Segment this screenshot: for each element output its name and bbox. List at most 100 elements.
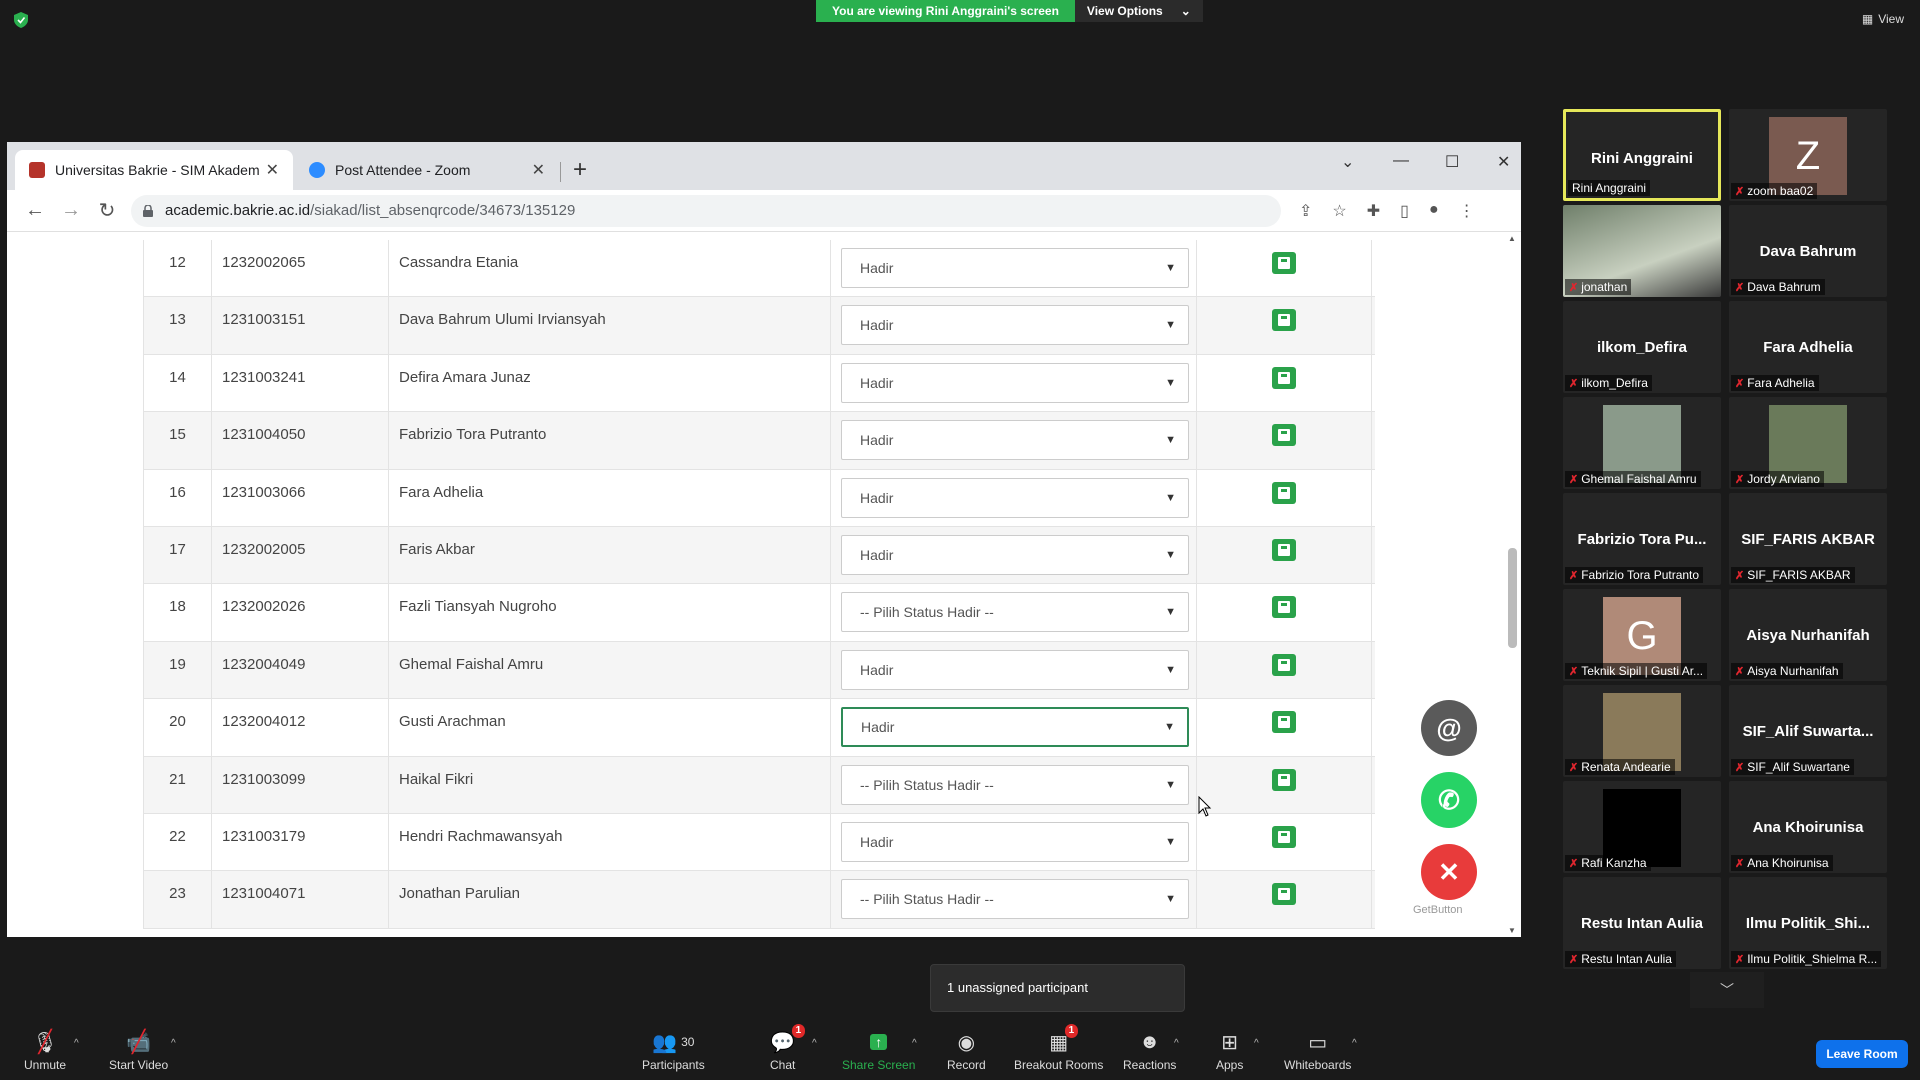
close-window-icon[interactable]: ✕: [1497, 152, 1510, 172]
new-tab-plus-icon[interactable]: +: [573, 156, 587, 184]
participant-tile[interactable]: Ana Khoirunisa ✗ Ana Khoirunisa: [1729, 781, 1887, 873]
scroll-thumb[interactable]: [1508, 548, 1517, 648]
participant-tile[interactable]: Rini Anggraini Rini Anggraini: [1563, 109, 1721, 201]
save-button[interactable]: [1272, 481, 1296, 504]
reactions-caret-icon[interactable]: ^: [1174, 1038, 1179, 1049]
apps-caret-icon[interactable]: ^: [1254, 1038, 1259, 1049]
whiteboards-caret-icon[interactable]: ^: [1352, 1038, 1357, 1049]
save-button[interactable]: [1272, 424, 1296, 447]
chat-options-caret-icon[interactable]: ^: [812, 1038, 817, 1049]
participant-display-name: SIF_FARIS AKBAR: [1741, 531, 1875, 548]
close-widget-button[interactable]: ✕: [1421, 844, 1477, 900]
chat-button[interactable]: 💬 1 Chat: [770, 1024, 806, 1072]
attendance-status-select[interactable]: Hadir ▼: [841, 477, 1189, 518]
video-options-caret-icon[interactable]: ^: [171, 1038, 176, 1049]
save-button[interactable]: [1272, 768, 1296, 791]
participant-tile[interactable]: SIF_Alif Suwarta... ✗ SIF_Alif Suwartane: [1729, 685, 1887, 777]
save-button[interactable]: [1272, 825, 1296, 848]
save-button[interactable]: [1272, 252, 1296, 274]
view-options-button[interactable]: View Options ⌄: [1074, 0, 1203, 22]
audio-options-caret-icon[interactable]: ^: [74, 1038, 79, 1049]
unassigned-participant-notification[interactable]: 1 unassigned participant: [930, 964, 1185, 1012]
attendance-status-select[interactable]: -- Pilih Status Hadir -- ▼: [841, 764, 1189, 805]
address-bar[interactable]: academic.bakrie.ac.id /siakad/list_absen…: [131, 194, 1281, 227]
attendance-status-select[interactable]: Hadir ▼: [841, 420, 1189, 461]
save-button[interactable]: [1272, 366, 1296, 389]
start-video-button[interactable]: 📹 ╱ Start Video: [109, 1029, 168, 1072]
participant-tile[interactable]: ✗ Rafi Kanzha: [1563, 781, 1721, 873]
participant-tile[interactable]: G ✗ Teknik Sipil | Gusti Ar...: [1563, 589, 1721, 681]
participant-tile[interactable]: ✗ Ghemal Faishal Amru: [1563, 397, 1721, 489]
student-name: Ghemal Faishal Amru: [389, 641, 831, 699]
save-button[interactable]: [1272, 653, 1296, 676]
whatsapp-button[interactable]: ✆: [1421, 772, 1477, 828]
forward-arrow-icon[interactable]: →: [53, 199, 89, 222]
scroll-down-arrow-icon[interactable]: ▼: [1508, 926, 1516, 935]
apps-button[interactable]: ⊞ Apps: [1216, 1030, 1243, 1073]
attendance-status-select[interactable]: Hadir ▼: [841, 649, 1189, 690]
close-tab-icon[interactable]: ✕: [266, 160, 279, 180]
share-screen-button[interactable]: ↑ Share Screen: [842, 1030, 915, 1072]
tab-search-chevron-icon[interactable]: ⌄: [1341, 152, 1354, 172]
save-button[interactable]: [1272, 596, 1296, 619]
participant-tile[interactable]: Fabrizio Tora Pu... ✗ Fabrizio Tora Putran…: [1563, 493, 1721, 585]
participant-tile[interactable]: Z ✗ zoom baa02: [1729, 109, 1887, 201]
maximize-icon[interactable]: ☐: [1445, 152, 1459, 172]
share-icon[interactable]: ⇪: [1299, 201, 1312, 221]
participant-name-label: ✗ Fara Adhelia: [1731, 375, 1819, 391]
attendance-status-select[interactable]: -- Pilih Status Hadir -- ▼: [841, 592, 1189, 633]
tab-zoom[interactable]: Post Attendee - Zoom ✕: [295, 150, 559, 190]
attendance-status-select[interactable]: Hadir ▼: [841, 362, 1189, 403]
participants-button[interactable]: 👥 30 Participants: [642, 1030, 705, 1073]
status-cell: Hadir ▼: [831, 412, 1197, 469]
record-button[interactable]: ◉ Record: [947, 1030, 986, 1073]
whiteboards-button[interactable]: ▭ Whiteboards: [1284, 1030, 1351, 1073]
save-button[interactable]: [1272, 309, 1296, 332]
leave-room-button[interactable]: Leave Room: [1816, 1040, 1908, 1068]
back-arrow-icon[interactable]: ←: [17, 199, 53, 222]
participant-tile[interactable]: ✗ jonathan: [1563, 205, 1721, 297]
reload-icon[interactable]: ↻: [89, 198, 125, 223]
profile-avatar-icon[interactable]: ●: [1429, 201, 1439, 221]
participant-name: Jordy Arviano: [1747, 472, 1820, 486]
participant-tile[interactable]: ✗ Jordy Arviano: [1729, 397, 1887, 489]
participant-tile[interactable]: Ilmu Politik_Shi... ✗ Ilmu Politik_Shielma…: [1729, 877, 1887, 969]
attendance-status-select[interactable]: Hadir ▼: [841, 248, 1189, 288]
browser-menu-icon[interactable]: ⋮: [1459, 201, 1475, 221]
participant-tile[interactable]: Fara Adhelia ✗ Fara Adhelia: [1729, 301, 1887, 393]
reactions-button[interactable]: ☻ Reactions: [1123, 1030, 1176, 1073]
view-button[interactable]: ▦ View: [1862, 12, 1904, 26]
attendance-status-select[interactable]: Hadir ▼: [841, 305, 1189, 346]
save-button[interactable]: [1272, 538, 1296, 561]
breakout-rooms-button[interactable]: ▦ 1 Breakout Rooms: [1014, 1024, 1103, 1072]
scroll-up-arrow-icon[interactable]: ▲: [1508, 234, 1516, 243]
bookmark-star-icon[interactable]: ☆: [1332, 201, 1346, 221]
share-options-caret-icon[interactable]: ^: [912, 1038, 917, 1049]
minimize-icon[interactable]: —: [1393, 152, 1409, 170]
email-at-button[interactable]: @: [1421, 700, 1477, 756]
participant-tile[interactable]: Restu Intan Aulia ✗ Restu Intan Aulia: [1563, 877, 1721, 969]
security-shield-icon[interactable]: [14, 12, 28, 28]
participant-tile[interactable]: Aisya Nurhanifah ✗ Aisya Nurhanifah: [1729, 589, 1887, 681]
participant-tile[interactable]: ilkom_Defira ✗ ilkom_Defira: [1563, 301, 1721, 393]
close-tab-icon[interactable]: ✕: [532, 160, 545, 180]
screen-share-banner: You are viewing Rini Anggraini's screen …: [816, 0, 1203, 22]
participant-tile[interactable]: Dava Bahrum ✗ Dava Bahrum: [1729, 205, 1887, 297]
floppy-disk-icon: [1278, 371, 1290, 384]
attendance-status-select[interactable]: -- Pilih Status Hadir -- ▼: [841, 879, 1189, 920]
gallery-scroll-down-chevron-icon[interactable]: ﹀: [1690, 972, 1764, 1008]
unmute-button[interactable]: 🎙 ╱ Unmute: [24, 1029, 66, 1072]
participant-tile[interactable]: ✗ Renata Andearie: [1563, 685, 1721, 777]
side-panel-icon[interactable]: ▯: [1400, 201, 1409, 221]
getbutton-credit[interactable]: GetButton: [1413, 904, 1463, 916]
participant-tile[interactable]: SIF_FARIS AKBAR ✗ SIF_FARIS AKBAR: [1729, 493, 1887, 585]
tab-strip: Universitas Bakrie - SIM Akademik ✕ Post…: [7, 142, 1521, 190]
attendance-status-select[interactable]: Hadir ▼: [841, 707, 1189, 748]
attendance-status-select[interactable]: Hadir ▼: [841, 821, 1189, 862]
save-button[interactable]: [1272, 883, 1296, 906]
tab-siakad[interactable]: Universitas Bakrie - SIM Akademik ✕: [15, 150, 293, 190]
page-scrollbar[interactable]: ▲ ▼: [1505, 232, 1517, 937]
extensions-puzzle-icon[interactable]: ✚: [1367, 201, 1380, 221]
attendance-status-select[interactable]: Hadir ▼: [841, 534, 1189, 575]
save-button[interactable]: [1272, 711, 1296, 734]
